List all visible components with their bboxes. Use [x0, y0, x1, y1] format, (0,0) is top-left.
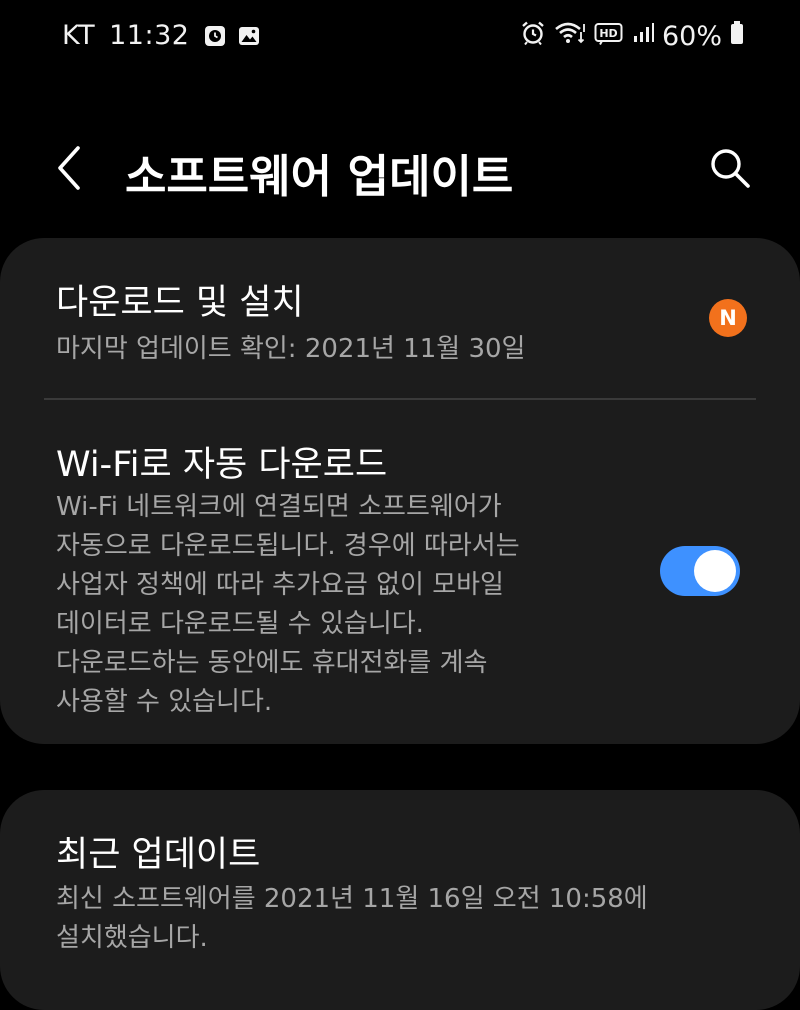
search-icon [711, 149, 750, 188]
description-line: 자동으로 다운로드됩니다. 경우에 따라서는 [56, 531, 520, 561]
hd-label: HD [599, 27, 617, 40]
toggle-knob [694, 550, 736, 592]
recent-update-item[interactable]: 최근 업데이트 최신 소프트웨어를 2021년 11월 16일 오전 10:58… [0, 790, 800, 1010]
description-line: Wi-Fi 네트워크에 연결되면 소프트웨어가 [56, 492, 502, 522]
description-line: 데이터로 다운로드될 수 있습니다. [56, 609, 424, 639]
recent-update-description: 최신 소프트웨어를 2021년 11월 16일 오전 10:58에 설치했습니다… [56, 880, 648, 958]
recent-update-card: 최근 업데이트 최신 소프트웨어를 2021년 11월 16일 오전 10:58… [0, 790, 800, 1010]
description-line: 최신 소프트웨어를 2021년 11월 16일 오전 10:58에 [56, 884, 648, 914]
description-line: 설치했습니다. [56, 923, 208, 953]
hd-voice-icon: HD [594, 21, 624, 52]
download-and-install-title: 다운로드 및 설치 [56, 283, 304, 323]
status-bar: KT 11:32 HD 60% [0, 0, 800, 78]
alarm-icon [520, 20, 546, 53]
battery-icon [730, 20, 744, 53]
status-bar-right: HD 60% [512, 20, 744, 53]
recent-update-title: 최근 업데이트 [56, 835, 261, 875]
clock-time: 11:32 [109, 20, 190, 51]
notification-clock-icon [203, 24, 227, 48]
battery-percentage: 60% [661, 21, 722, 52]
wifi-auto-download-description: Wi-Fi 네트워크에 연결되면 소프트웨어가 자동으로 다운로드됩니다. 경우… [56, 488, 520, 722]
search-button[interactable] [706, 144, 754, 192]
wifi-auto-download-toggle[interactable] [660, 546, 740, 596]
description-line: 사용할 수 있습니다. [56, 687, 273, 717]
download-and-install-item[interactable]: 다운로드 및 설치 마지막 업데이트 확인: 2021년 11월 30일 [0, 238, 800, 398]
app-header: 소프트웨어 업데이트 [0, 120, 800, 216]
chevron-left-icon [58, 146, 80, 190]
update-settings-card: 다운로드 및 설치 마지막 업데이트 확인: 2021년 11월 30일 Wi-… [0, 238, 800, 744]
signal-icon [632, 21, 654, 52]
back-button[interactable] [48, 142, 92, 194]
description-line: 사업자 정책에 따라 추가요금 없이 모바일 [56, 570, 504, 600]
gallery-icon [237, 24, 261, 48]
status-bar-left: KT 11:32 [62, 20, 271, 51]
last-checked-text: 마지막 업데이트 확인: 2021년 11월 30일 [56, 334, 526, 364]
new-badge: N [709, 299, 747, 337]
wifi-icon [554, 20, 586, 53]
wifi-auto-download-title: Wi-Fi로 자동 다운로드 [56, 445, 388, 485]
description-line: 다운로드하는 동안에도 휴대전화를 계속 [56, 648, 488, 678]
carrier-label: KT [62, 20, 96, 51]
page-title: 소프트웨어 업데이트 [125, 150, 514, 203]
